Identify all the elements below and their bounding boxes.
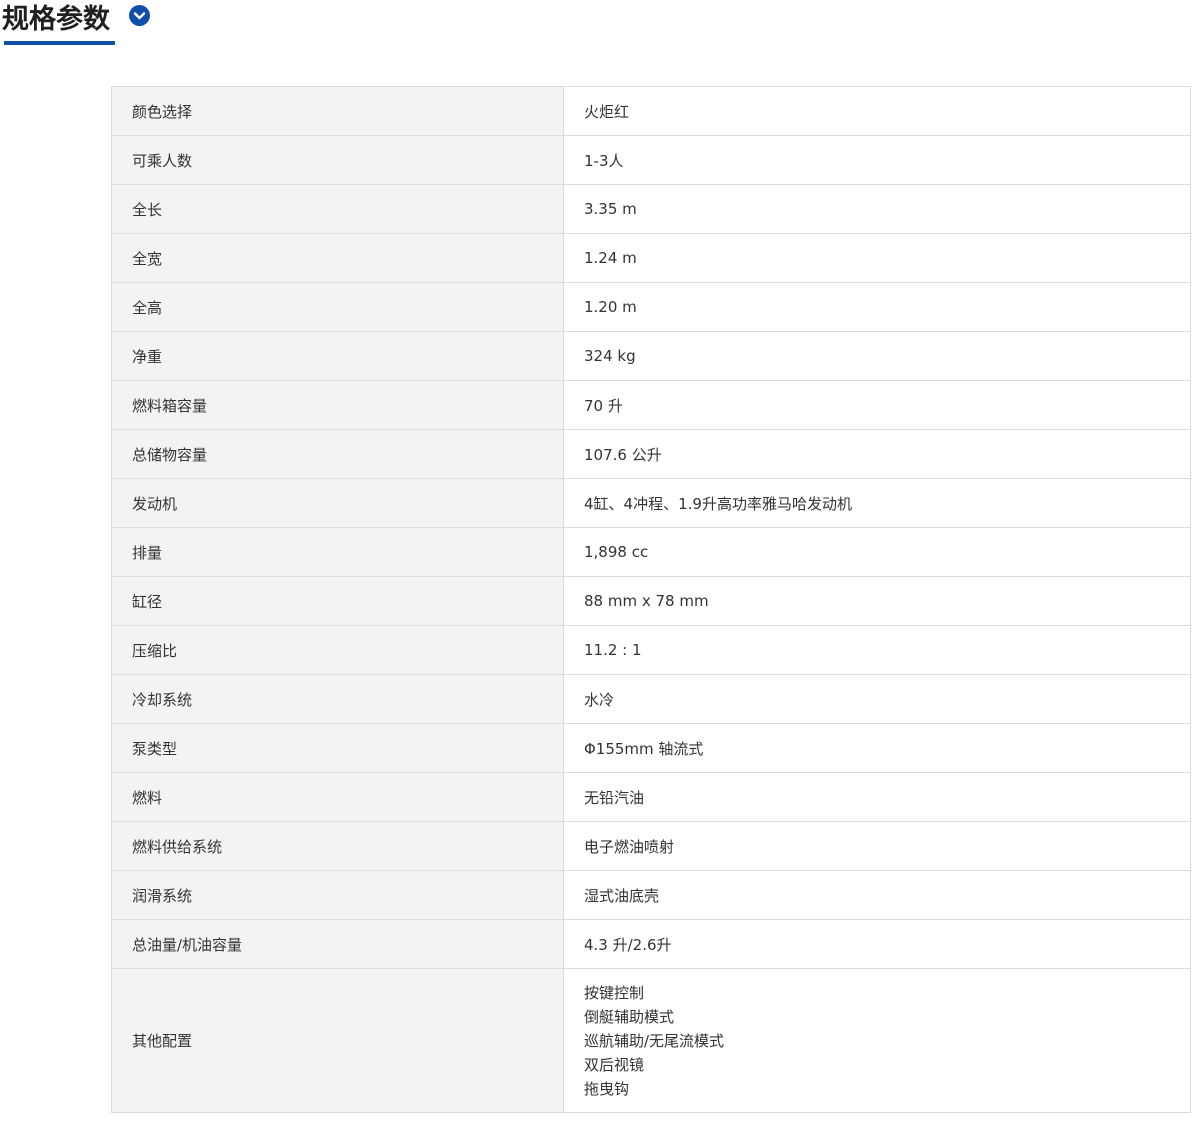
spec-value: 1,898 cc [563, 527, 1191, 577]
spec-value-line: 巡航辅助/无尾流模式 [584, 1031, 725, 1050]
spec-row: 总油量/机油容量 4.3 升/2.6升 [111, 919, 1191, 969]
spec-value-line: 双后视镜 [584, 1055, 645, 1074]
spec-table-body: 颜色选择 火炬红 可乘人数 1-3人 全长 3.35 m 全宽 1.24 m 全… [111, 86, 1191, 1113]
spec-row: 全宽 1.24 m [111, 233, 1191, 283]
spec-row: 颜色选择 火炬红 [111, 86, 1191, 136]
spec-label: 燃料 [111, 772, 564, 822]
spec-row: 燃料 无铅汽油 [111, 772, 1191, 822]
spec-row: 全高 1.20 m [111, 282, 1191, 332]
spec-value: 4.3 升/2.6升 [563, 919, 1191, 969]
spec-value-line: 按键控制 [584, 983, 645, 1002]
spec-row: 泵类型 Φ155mm 轴流式 [111, 723, 1191, 773]
spec-label: 燃料箱容量 [111, 380, 564, 430]
spec-label: 润滑系统 [111, 870, 564, 920]
spec-value: 107.6 公升 [563, 429, 1191, 479]
spec-row: 可乘人数 1-3人 [111, 135, 1191, 185]
collapse-toggle-button[interactable] [129, 5, 150, 26]
chevron-down-icon [133, 12, 146, 20]
spec-label: 压缩比 [111, 625, 564, 675]
spec-value-list: 按键控制 倒艇辅助模式 巡航辅助/无尾流模式 双后视镜 拖曳钩 [563, 968, 1191, 1113]
spec-label: 排量 [111, 527, 564, 577]
section-title: 规格参数 [2, 4, 110, 35]
spec-label: 可乘人数 [111, 135, 564, 185]
spec-row: 净重 324 kg [111, 331, 1191, 381]
spec-value-line: 倒艇辅助模式 [584, 1007, 675, 1026]
spec-value: 无铅汽油 [563, 772, 1191, 822]
spec-value: 湿式油底壳 [563, 870, 1191, 920]
spec-label: 全宽 [111, 233, 564, 283]
spec-row: 缸径 88 mm x 78 mm [111, 576, 1191, 626]
spec-value: 水冷 [563, 674, 1191, 724]
spec-label: 缸径 [111, 576, 564, 626]
spec-value-line: 拖曳钩 [584, 1079, 630, 1098]
spec-row: 燃料箱容量 70 升 [111, 380, 1191, 430]
spec-table: 颜色选择 火炬红 可乘人数 1-3人 全长 3.35 m 全宽 1.24 m 全… [111, 86, 1191, 1113]
spec-value: 88 mm x 78 mm [563, 576, 1191, 626]
spec-row: 全长 3.35 m [111, 184, 1191, 234]
spec-label: 发动机 [111, 478, 564, 528]
spec-row: 排量 1,898 cc [111, 527, 1191, 577]
spec-label: 颜色选择 [111, 86, 564, 136]
spec-value: 1.24 m [563, 233, 1191, 283]
spec-value: 4缸、4冲程、1.9升高功率雅马哈发动机 [563, 478, 1191, 528]
title-underline [4, 41, 115, 45]
spec-row: 压缩比 11.2 : 1 [111, 625, 1191, 675]
spec-value: 11.2 : 1 [563, 625, 1191, 675]
spec-value: 324 kg [563, 331, 1191, 381]
spec-value: 70 升 [563, 380, 1191, 430]
spec-label: 全高 [111, 282, 564, 332]
spec-label: 净重 [111, 331, 564, 381]
spec-row-other: 其他配置 按键控制 倒艇辅助模式 巡航辅助/无尾流模式 双后视镜 拖曳钩 [111, 968, 1191, 1113]
spec-row: 总储物容量 107.6 公升 [111, 429, 1191, 479]
spec-label: 总储物容量 [111, 429, 564, 479]
spec-label: 全长 [111, 184, 564, 234]
spec-value: 3.35 m [563, 184, 1191, 234]
spec-value: Φ155mm 轴流式 [563, 723, 1191, 773]
spec-value: 1-3人 [563, 135, 1191, 185]
spec-label: 总油量/机油容量 [111, 919, 564, 969]
spec-row: 润滑系统 湿式油底壳 [111, 870, 1191, 920]
spec-label: 泵类型 [111, 723, 564, 773]
spec-value: 火炬红 [563, 86, 1191, 136]
spec-label: 其他配置 [111, 968, 564, 1113]
spec-label: 冷却系统 [111, 674, 564, 724]
spec-row: 冷却系统 水冷 [111, 674, 1191, 724]
spec-row: 燃料供给系统 电子燃油喷射 [111, 821, 1191, 871]
spec-label: 燃料供给系统 [111, 821, 564, 871]
spec-value: 1.20 m [563, 282, 1191, 332]
spec-row: 发动机 4缸、4冲程、1.9升高功率雅马哈发动机 [111, 478, 1191, 528]
spec-value: 电子燃油喷射 [563, 821, 1191, 871]
